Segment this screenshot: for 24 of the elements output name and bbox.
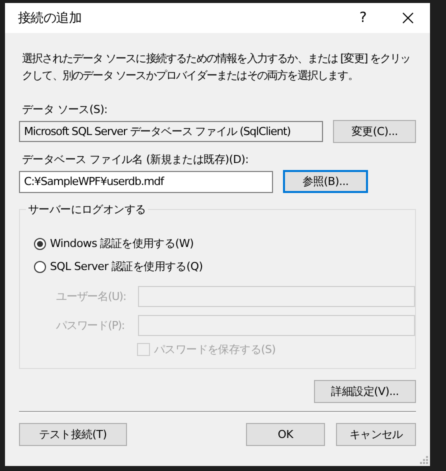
group-title: サーバーにログオンする [26,202,148,217]
advanced-button[interactable]: 詳細設定(V)... [314,380,416,403]
radio-label[interactable]: Windows 認証を使用する(W) [50,236,194,251]
test-connection-button[interactable]: テスト接続(T) [19,423,127,446]
radio-label[interactable]: SQL Server 認証を使用する(Q) [50,259,203,274]
field-label: データ ソース(S): [22,103,108,116]
radio-button[interactable] [34,238,46,250]
description-text: 選択されたデータ ソースに接続するための情報を入力するか、または [変更] をクリックして、別のデータ ソースかプロバイダーまたはその両方を選択します。 [22,51,412,84]
change-button[interactable]: 変更(C)... [333,120,416,143]
field-label: ユーザー名(U): [56,289,127,304]
close-icon [402,12,414,24]
field-label: パスワード(P): [56,318,126,333]
resize-grip-icon[interactable] [420,456,428,464]
radio-button[interactable] [34,260,46,272]
ok-button[interactable]: OK [246,423,326,446]
input-field[interactable] [138,315,415,336]
window-title: 接続の追加 [18,10,83,27]
data-source-field[interactable]: Microsoft SQL Server データベース ファイル (SqlClient) [19,121,324,142]
file-name-field[interactable]: C:¥SampleWPF¥userdb.mdf [19,170,273,192]
field-label: データベース ファイル名 (新規または既存)(D): [22,153,249,166]
help-button[interactable]: ? [340,10,386,26]
browse-button[interactable]: 参照(B)... [283,170,368,193]
input-field[interactable] [138,286,415,307]
cancel-button[interactable]: キャンセル [336,423,416,446]
